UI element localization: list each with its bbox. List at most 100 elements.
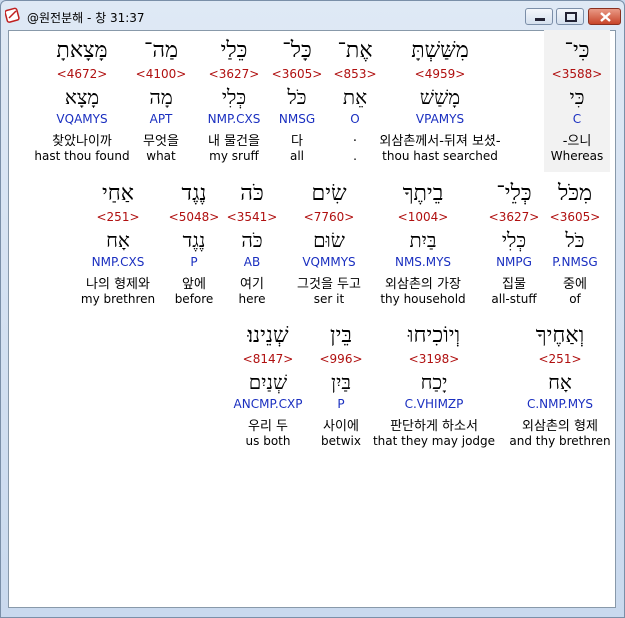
korean-gloss: 중에: [563, 277, 587, 292]
hebrew-word: כָּל־: [282, 38, 312, 63]
strong-number: <3605>: [271, 67, 323, 81]
parse-code: VQAMYS: [56, 112, 108, 126]
parse-code: P.NMSG: [552, 255, 598, 269]
title-bar[interactable]: @원전분해 - 창 31:37: [1, 1, 624, 31]
hebrew-word: שִׂים: [311, 181, 347, 206]
korean-gloss: 나의 형제와: [86, 277, 150, 292]
hebrew-word: כִּי־: [564, 38, 590, 63]
strong-number: <3198>: [408, 352, 460, 366]
lemma-word: כִּי: [569, 85, 585, 109]
strong-number: <3605>: [549, 210, 601, 224]
korean-gloss: 무엇을: [143, 134, 179, 149]
korean-gloss: 여기: [240, 277, 264, 292]
parse-code: P: [190, 255, 198, 269]
parse-code: NMP.CXS: [91, 255, 145, 269]
lemma-word: מָה: [149, 85, 173, 109]
parse-code: AB: [243, 255, 261, 269]
hebrew-word: בֵיתֶךָ: [402, 181, 444, 206]
strong-number: <8147>: [242, 352, 294, 366]
maximize-icon: [565, 12, 577, 22]
lemma-word: יָכַח: [420, 370, 448, 394]
lemma-word: מָשַׁשׁ: [419, 85, 461, 109]
hebrew-word: בֵּין: [330, 323, 352, 348]
korean-gloss: 찾았나이까: [52, 134, 112, 149]
lemma-word: כֹּל: [287, 85, 307, 109]
strong-number: <251>: [538, 352, 582, 366]
strong-number: <3627>: [208, 67, 260, 81]
minimize-button[interactable]: [525, 8, 553, 25]
hebrew-word: אַחַי: [102, 181, 134, 206]
lemma-word: אָח: [106, 228, 130, 252]
hebrew-word: אֶת־: [337, 38, 373, 63]
lemma-word: מָצָא: [64, 85, 100, 109]
korean-gloss: 사이에: [323, 419, 359, 434]
parse-code: NMPG: [496, 255, 532, 269]
english-gloss: what: [146, 149, 176, 163]
bible-app-icon[interactable]: [4, 7, 21, 23]
strong-number: <4672>: [56, 67, 108, 81]
english-gloss: thy household: [380, 292, 466, 306]
english-gloss: all: [289, 149, 305, 163]
parse-code: O: [350, 112, 360, 126]
strong-number: <853>: [333, 67, 377, 81]
parse-code: C: [572, 112, 582, 126]
korean-gloss: 내 물건을: [208, 134, 260, 149]
korean-gloss: -으니: [562, 134, 592, 149]
korean-gloss: .: [352, 130, 358, 145]
korean-gloss: 다: [291, 134, 303, 149]
parse-code: C.VHIMZP: [404, 397, 464, 411]
strong-number: <4959>: [414, 67, 466, 81]
parse-code: VPAMYS: [415, 112, 465, 126]
hebrew-word: שְׁנֵינוּ׃: [247, 323, 289, 348]
english-gloss: before: [174, 292, 214, 306]
korean-gloss: 앞에: [182, 277, 206, 292]
parse-code: VQMMYS: [302, 255, 356, 269]
english-gloss: hast thou found: [34, 149, 130, 163]
hebrew-word: כְּלֵי־: [496, 181, 532, 206]
parse-code: ANCMP.CXP: [233, 397, 303, 411]
english-gloss: here: [238, 292, 266, 306]
maximize-button[interactable]: [556, 8, 584, 25]
english-gloss: .: [353, 149, 357, 163]
parse-code: NMS.MYS: [394, 255, 452, 269]
lemma-word: בַּיִת: [409, 228, 437, 252]
hebrew-word: נֶגֶד: [181, 181, 207, 206]
english-gloss: my sruff: [209, 149, 259, 163]
lemma-word: כֹּל: [565, 228, 585, 252]
korean-gloss: 외삼촌의 형제: [522, 419, 598, 434]
lemma-word: בַּיִן: [331, 370, 351, 394]
english-gloss: that they may jodge: [372, 434, 496, 448]
lemma-word: כֹּה: [241, 228, 263, 252]
strong-number: <5048>: [168, 210, 220, 224]
english-gloss: of: [569, 292, 581, 306]
english-gloss: and thy brethren: [509, 434, 611, 448]
parse-code: C.NMP.MYS: [526, 397, 594, 411]
strong-number: <251>: [96, 210, 140, 224]
strong-number: <1004>: [397, 210, 449, 224]
english-gloss: all-stuff: [491, 292, 537, 306]
parse-code: NMSG: [278, 112, 316, 126]
hebrew-word: וְאַחֶיךָ: [535, 323, 585, 348]
english-gloss: ser it: [313, 292, 345, 306]
korean-gloss: 집물: [502, 277, 526, 292]
korean-gloss: 우리 두: [247, 419, 289, 434]
lemma-word: אֵת: [342, 85, 368, 109]
hebrew-word: כֹּה: [240, 181, 264, 206]
korean-gloss: 그것을 두고: [297, 277, 361, 292]
minimize-icon: [535, 18, 545, 21]
strong-number: <3627>: [488, 210, 540, 224]
strong-number: <3588>: [551, 67, 603, 81]
korean-gloss: 외삼촌께서-뒤져 보셨-: [379, 134, 501, 149]
hebrew-word: כֵּלַי: [220, 38, 248, 63]
korean-gloss: 판단하게 하소서: [390, 419, 478, 434]
close-button[interactable]: [588, 8, 621, 25]
english-gloss: betwix: [321, 434, 361, 448]
parse-code: P: [337, 397, 345, 411]
english-gloss: my brethren: [80, 292, 156, 306]
hebrew-word: מַה־: [143, 38, 179, 63]
english-gloss: Whereas: [550, 149, 604, 163]
lemma-word: נֶגֶד: [182, 228, 206, 252]
lemma-word: אָח: [548, 370, 572, 394]
lemma-word: שְׁנַיִם: [248, 370, 288, 394]
window-title: @원전분해 - 창 31:37: [27, 11, 145, 25]
